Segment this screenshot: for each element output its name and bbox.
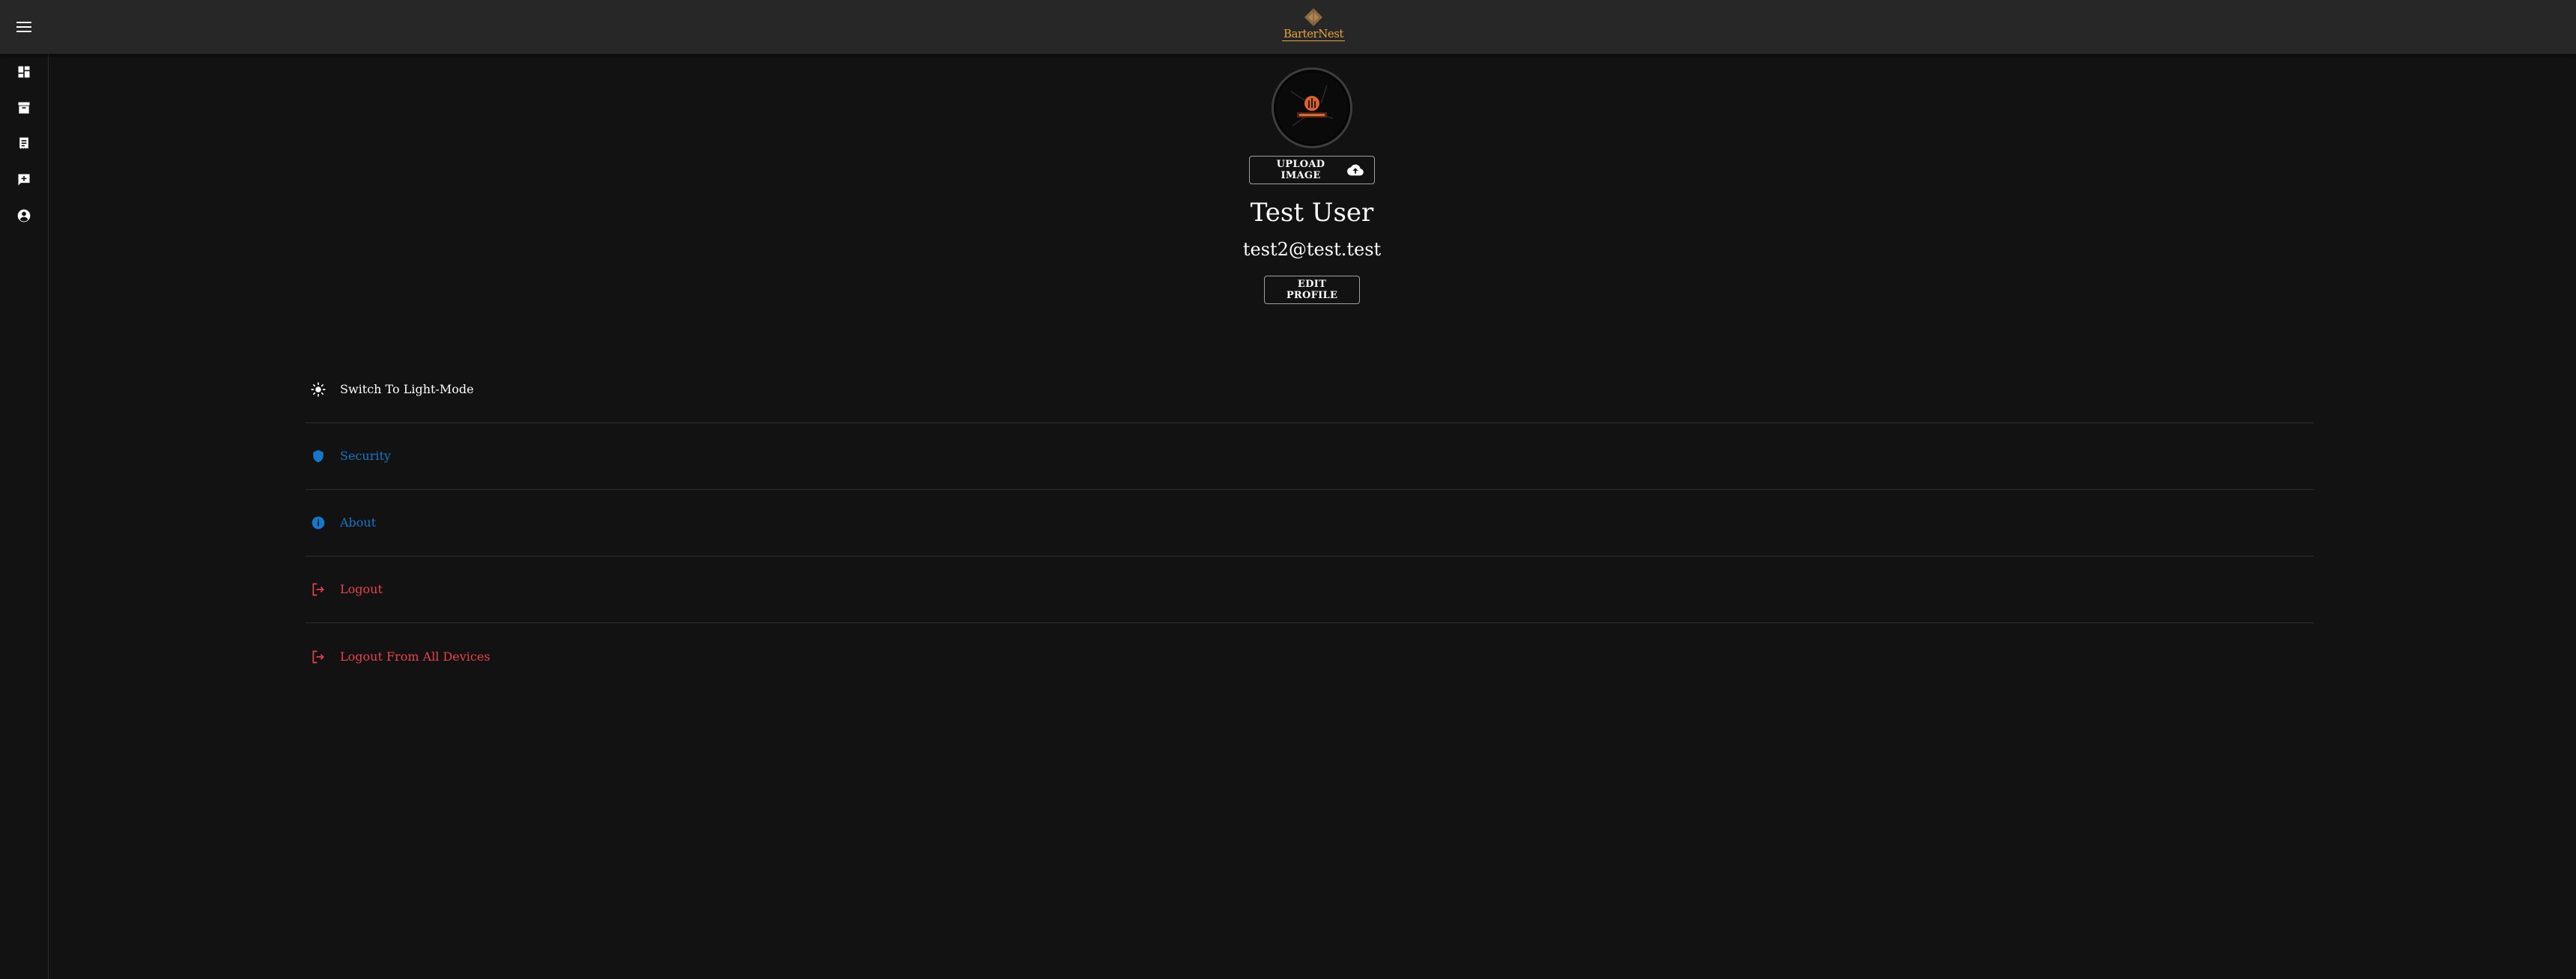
setting-item-label: Security — [340, 449, 391, 463]
info-icon — [310, 515, 326, 531]
edit-profile-button[interactable]: EDIT PROFILE — [1264, 276, 1360, 304]
logout-icon — [310, 649, 326, 665]
brand-logo[interactable]: BarterNest — [1282, 7, 1345, 48]
logout-icon — [310, 581, 326, 598]
setting-item-label: About — [340, 515, 377, 530]
hamburger-menu-icon[interactable] — [10, 16, 37, 37]
brand-name: BarterNest — [1282, 27, 1345, 41]
user-email: test2@test.test — [1242, 239, 1382, 260]
sun-icon — [310, 381, 326, 398]
profile-header: UPLOAD IMAGE Test User test2@test.test E… — [1162, 67, 1462, 304]
setting-item-light-mode[interactable]: Switch To Light-Mode — [306, 357, 2314, 423]
setting-item-logout-all-devices[interactable]: Logout From All Devices — [306, 623, 2314, 690]
settings-list: Switch To Light-Mode Security About Logo… — [306, 357, 2314, 690]
add-comment-icon[interactable] — [0, 165, 48, 195]
profile-avatar-image — [1272, 67, 1352, 148]
setting-item-label: Logout From All Devices — [340, 649, 490, 664]
brand-logo-mark-icon — [1304, 8, 1322, 26]
upload-image-button[interactable]: UPLOAD IMAGE — [1249, 156, 1375, 184]
top-app-bar: BarterNest — [0, 0, 2576, 54]
setting-item-label: Switch To Light-Mode — [340, 382, 474, 396]
receipt-icon[interactable] — [0, 129, 48, 159]
upload-image-label: UPLOAD IMAGE — [1276, 159, 1325, 181]
setting-item-about[interactable]: About — [306, 490, 2314, 557]
archive-icon[interactable] — [0, 93, 48, 123]
side-navigation-rail — [0, 54, 49, 979]
cloud-upload-icon — [1347, 164, 1364, 176]
account-circle-icon[interactable] — [0, 201, 48, 231]
user-name: Test User — [1250, 198, 1374, 228]
setting-item-security[interactable]: Security — [306, 423, 2314, 490]
dashboard-icon[interactable] — [0, 57, 48, 87]
shield-icon — [310, 448, 326, 464]
setting-item-label: Logout — [340, 582, 383, 596]
setting-item-logout[interactable]: Logout — [306, 557, 2314, 623]
